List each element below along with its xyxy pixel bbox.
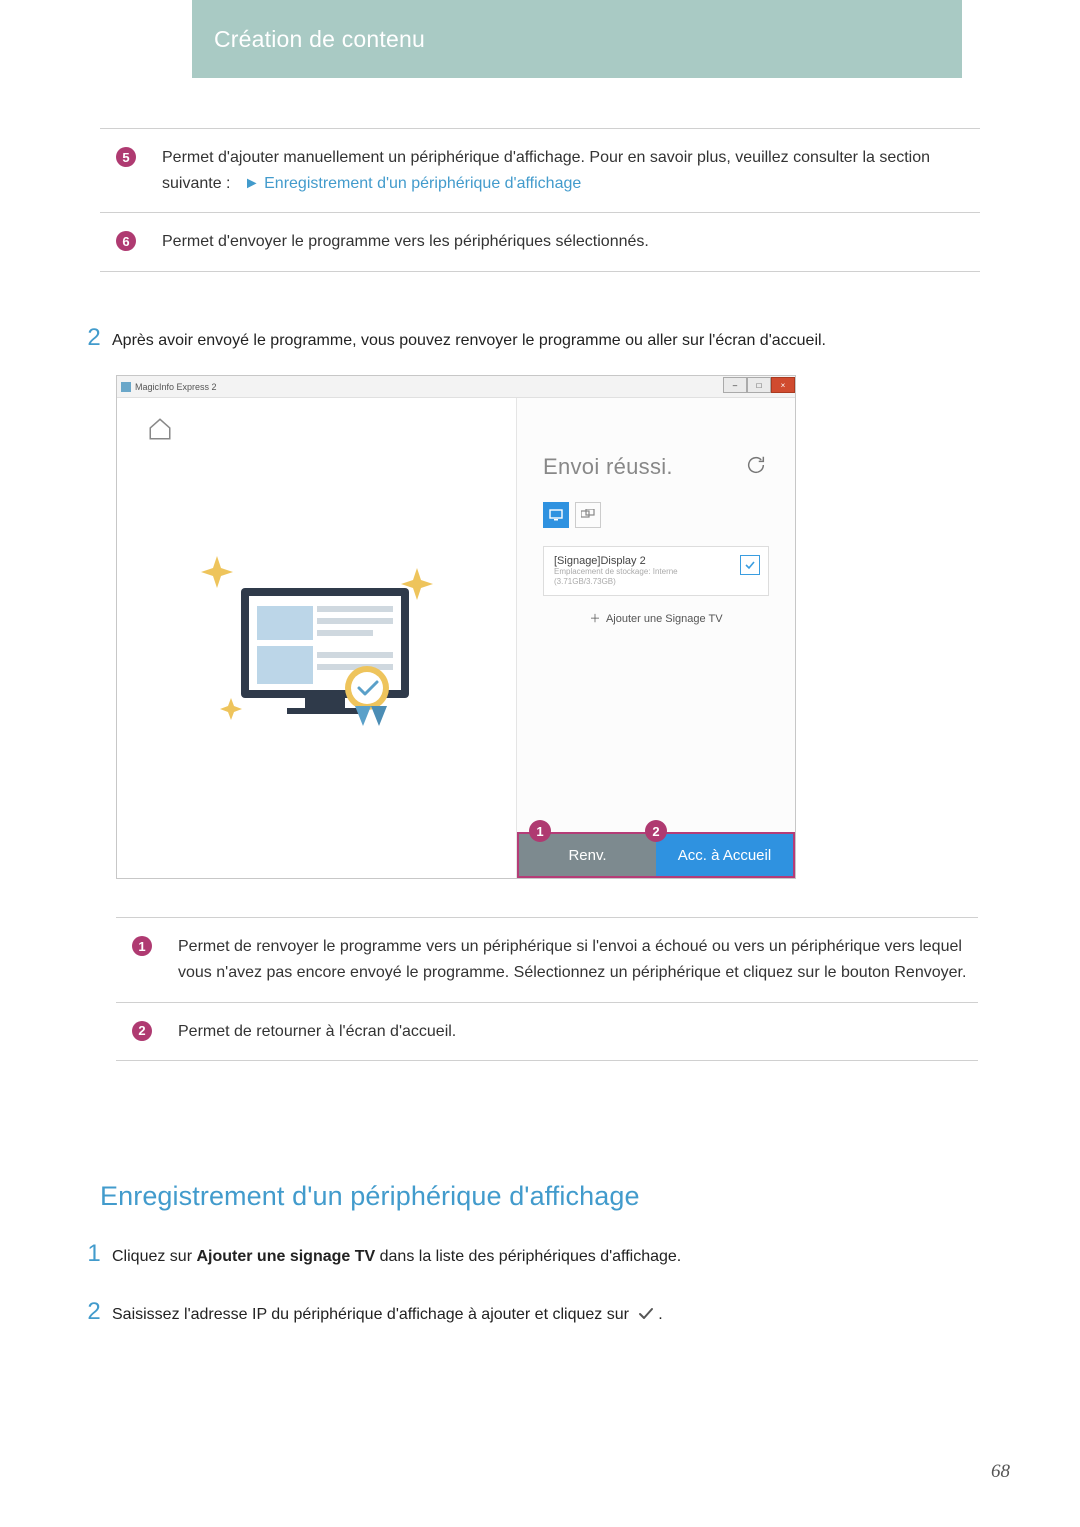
add-device-button[interactable]: ＋ Ajouter une Signage TV: [543, 610, 769, 626]
window-titlebar: MagicInfo Express 2 – □ ×: [117, 376, 795, 398]
device-list-item[interactable]: [Signage]Display 2 Emplacement de stocka…: [543, 546, 769, 595]
table-row: 6 Permet d'envoyer le programme vers les…: [100, 213, 980, 272]
maximize-button[interactable]: □: [747, 377, 771, 393]
row-number-6: 6: [116, 231, 136, 251]
close-button[interactable]: ×: [771, 377, 795, 393]
add-device-label: Ajouter une Signage TV: [606, 613, 723, 625]
callout-badge-2: 2: [645, 820, 667, 842]
multi-display-icon[interactable]: [575, 502, 601, 528]
minimize-button[interactable]: –: [723, 377, 747, 393]
step-text-2b: Saisissez l'adresse IP du périphérique d…: [112, 1298, 980, 1328]
numbered-step: 2 Après avoir envoyé le programme, vous …: [76, 324, 980, 354]
page-header: Création de contenu: [192, 0, 962, 78]
row-text-6: Permet d'envoyer le programme vers les p…: [162, 229, 970, 255]
check-icon: [638, 1306, 654, 1323]
row-text-2: Permet de retourner à l'écran d'accueil.: [178, 1019, 968, 1045]
refresh-icon[interactable]: [745, 454, 767, 481]
numbered-step: 2 Saisissez l'adresse IP du périphérique…: [76, 1298, 980, 1328]
table-row: 2 Permet de retourner à l'écran d'accuei…: [116, 1003, 978, 1062]
table-row: 5 Permet d'ajouter manuellement un périp…: [100, 129, 980, 213]
section-heading: Enregistrement d'un périphérique d'affic…: [100, 1181, 980, 1212]
home-button[interactable]: 2 Acc. à Accueil: [656, 834, 793, 876]
app-icon: [121, 382, 131, 392]
window-title: MagicInfo Express 2: [135, 382, 217, 392]
left-pane: [117, 398, 517, 878]
row-text-5: Permet d'ajouter manuellement un périphé…: [162, 145, 970, 196]
success-illustration: [187, 538, 447, 738]
table-row: 1 Permet de renvoyer le programme vers u…: [116, 918, 978, 1002]
step-number-1: 1: [76, 1240, 112, 1268]
numbered-step: 1 Cliquez sur Ajouter une signage TV dan…: [76, 1240, 980, 1270]
plus-icon: ＋: [589, 613, 600, 625]
action-bar: 1 Renv. 2 Acc. à Accueil: [517, 832, 795, 878]
device-storage-label: Emplacement de stockage: Interne: [554, 567, 758, 577]
step-number-2b: 2: [76, 1298, 112, 1326]
device-storage-size: (3.71GB/3.73GB): [554, 577, 758, 587]
page-number: 68: [991, 1461, 1010, 1483]
cross-reference-link[interactable]: Enregistrement d'un périphérique d'affic…: [264, 175, 581, 192]
table-first: 5 Permet d'ajouter manuellement un périp…: [100, 128, 980, 272]
home-icon[interactable]: [147, 416, 173, 447]
device-name: [Signage]Display 2: [554, 555, 758, 567]
home-label: Acc. à Accueil: [678, 847, 771, 864]
callout-badge-1: 1: [529, 820, 551, 842]
right-pane: Envoi réussi. [Signage]Display 2 Emplace…: [517, 398, 795, 878]
window-buttons: – □ ×: [723, 376, 795, 396]
link-arrow: ►: [244, 175, 260, 192]
step-text-2: Après avoir envoyé le programme, vous po…: [112, 324, 980, 354]
single-display-icon[interactable]: [543, 502, 569, 528]
resend-label: Renv.: [568, 847, 606, 864]
app-screenshot: MagicInfo Express 2 – □ ×: [116, 375, 796, 879]
resend-button[interactable]: 1 Renv.: [519, 834, 656, 876]
device-selected-check-icon[interactable]: [740, 555, 760, 575]
row-number-2: 2: [132, 1021, 152, 1041]
step-text-1: Cliquez sur Ajouter une signage TV dans …: [112, 1240, 980, 1270]
header-title: Création de contenu: [214, 26, 425, 53]
row-number-5: 5: [116, 147, 136, 167]
table-second: 1 Permet de renvoyer le programme vers u…: [116, 917, 978, 1061]
row-number-1: 1: [132, 936, 152, 956]
view-mode-toggles: [543, 502, 769, 528]
row-text-1: Permet de renvoyer le programme vers un …: [178, 934, 968, 985]
send-status-title: Envoi réussi.: [543, 454, 769, 480]
step-number-2: 2: [76, 324, 112, 352]
